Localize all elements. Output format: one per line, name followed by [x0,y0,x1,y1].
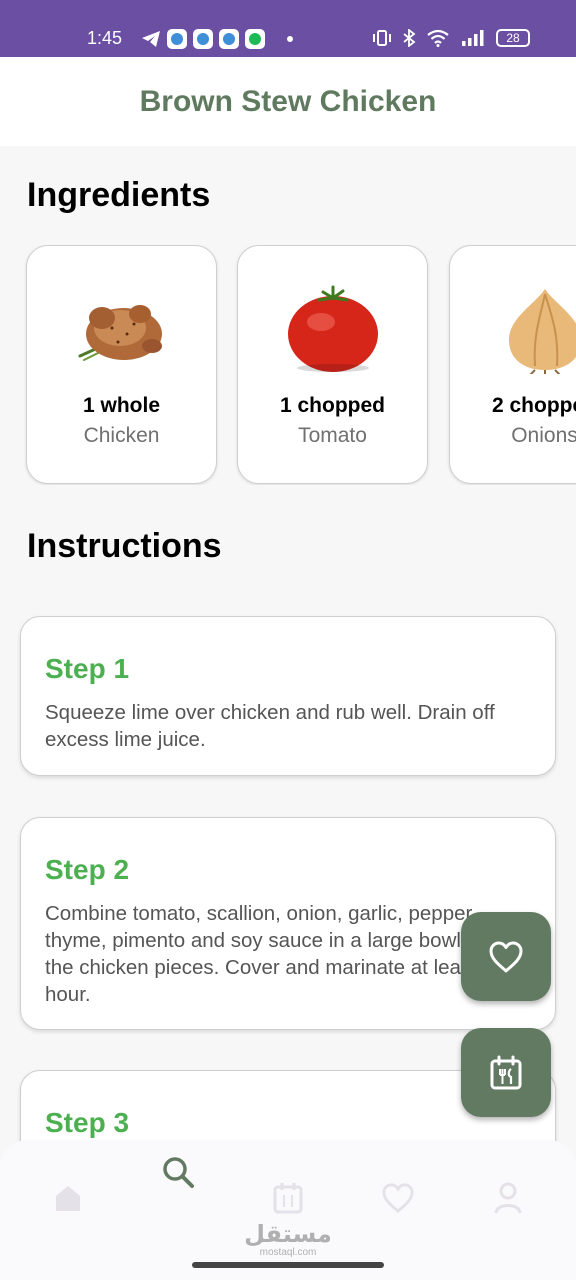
bluetooth-icon [403,29,416,47]
vibrate-icon [373,30,391,46]
ingredient-name: Tomato [298,424,367,447]
calendar-icon [273,1183,303,1214]
instructions-heading: Instructions [27,527,222,565]
nav-search[interactable] [158,1152,198,1192]
more-notifications-dot [287,36,293,42]
heart-icon [382,1183,414,1214]
ingredients-heading: Ingredients [27,176,211,214]
heart-icon [489,941,523,972]
ingredient-quantity: 1 chopped [279,394,385,417]
signal-icon [462,30,484,46]
ingredient-quantity: 2 chopped [491,394,576,417]
step-card: Step 1 Squeeze lime over chicken and rub… [20,616,556,776]
nav-home[interactable] [48,1178,88,1218]
notification-icons [141,29,293,49]
ingredient-card-onions[interactable]: 2 chopped Onions [449,245,576,484]
app-notification-icon [193,29,213,49]
step-title: Step 3 [45,1107,130,1138]
step-title: Step 2 [45,854,130,885]
nav-profile[interactable] [488,1178,528,1218]
app-notification-icon [219,29,239,49]
calendar-meal-icon [490,1055,522,1089]
tomato-image [288,285,378,372]
ingredient-quantity: 1 whole [82,394,161,417]
watermark-url: mostaql.com [259,1247,317,1258]
ingredients-carousel[interactable]: 1 whole Chicken 1 chopped Tomato 2 chopp… [0,245,576,485]
ingredient-card-tomato[interactable]: 1 chopped Tomato [237,245,428,484]
step-title: Step 1 [45,653,130,684]
onion-image [509,289,576,374]
telegram-icon [142,31,160,47]
watermark-logo-text: مستقل [244,1221,332,1248]
ingredient-name: Chicken [83,424,160,447]
battery-icon: 28 [496,29,530,47]
app-header: Brown Stew Chicken [0,57,576,146]
home-icon [56,1186,80,1211]
search-icon [163,1157,194,1188]
status-bar: 1:45 28 [0,0,576,57]
profile-icon [494,1182,522,1214]
wifi-icon [427,29,449,47]
spotify-icon [245,29,265,49]
step-text: Squeeze lime over chicken and rub well. … [45,701,495,751]
add-to-plan-button[interactable] [461,1028,551,1117]
status-time: 1:45 [87,28,123,48]
app-notification-icon [167,29,187,49]
nav-favorites[interactable] [378,1178,418,1218]
watermark: مستقل mostaql.com [0,1220,576,1258]
ingredient-name: Onions [511,424,576,447]
nav-meal-plan[interactable] [268,1178,308,1218]
chicken-image [78,305,162,361]
gesture-home-bar[interactable] [192,1262,384,1268]
bottom-navigation: مستقل mostaql.com [0,1140,576,1280]
ingredient-card-chicken[interactable]: 1 whole Chicken [26,245,217,484]
favorite-button[interactable] [461,912,551,1001]
page-title: Brown Stew Chicken [139,84,437,118]
system-icons: 28 [372,29,530,47]
